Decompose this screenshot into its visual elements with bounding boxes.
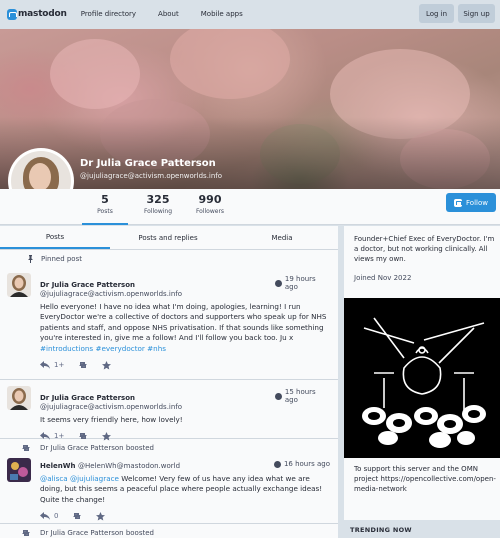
status-actions: 0	[40, 505, 330, 527]
favourite-button[interactable]	[96, 511, 106, 521]
login-button[interactable]: Log in	[419, 4, 454, 23]
status-timestamp[interactable]: 19 hours ago	[285, 275, 330, 291]
status-content: Hello everyone! I have no idea what I'm …	[40, 302, 330, 355]
pinned-label: Pinned post	[41, 254, 82, 263]
mastodon-logo[interactable]: mastodon	[7, 8, 67, 20]
joined-date: Joined Nov 2022	[354, 274, 412, 282]
mention-link[interactable]: @alisca	[40, 474, 68, 483]
tab-media[interactable]: Media	[226, 226, 338, 249]
star-icon	[102, 360, 112, 369]
globe-icon	[275, 279, 282, 287]
status-item[interactable]: Dr Julia Grace Patterson @jujuliagrace@a…	[0, 380, 338, 440]
status-timestamp[interactable]: 15 hours ago	[285, 388, 330, 404]
star-icon	[96, 511, 106, 520]
globe-icon	[275, 392, 282, 400]
stat-following[interactable]: 325 Following	[134, 193, 182, 215]
boost-button[interactable]	[78, 432, 88, 440]
stat-posts-value: 5	[101, 193, 109, 206]
server-support-text: To support this server and the OMN proje…	[354, 465, 496, 493]
stat-posts-label: Posts	[97, 208, 113, 215]
avatar[interactable]	[7, 273, 31, 297]
reply-icon	[40, 512, 50, 520]
status-author-acct[interactable]: @HelenWh@mastodon.world	[78, 462, 180, 470]
reply-icon	[40, 432, 50, 440]
hashtag-links[interactable]: #introductions #everydoctor #nhs	[40, 344, 166, 353]
stat-followers-label: Followers	[195, 208, 225, 215]
stat-following-label: Following	[143, 208, 173, 215]
trending-header: TRENDING NOW	[344, 520, 500, 538]
pin-icon	[28, 254, 33, 263]
follow-label: Follow	[466, 198, 488, 207]
nav-link-about[interactable]: About	[158, 10, 179, 18]
boost-icon	[73, 513, 82, 519]
status-content: @alisca @jujuliagrace Welcome! Very few …	[40, 474, 330, 506]
tab-posts-and-replies[interactable]: Posts and replies	[110, 226, 226, 249]
boost-icon	[79, 362, 88, 368]
status-author-name[interactable]: HelenWh	[40, 462, 75, 470]
tab-posts[interactable]: Posts	[0, 226, 110, 249]
profile-account: @jujuliagrace@activism.openworlds.info	[80, 172, 223, 180]
stat-followers-value: 990	[198, 193, 222, 206]
status-content: It seems very friendly here, how lovely!	[40, 414, 183, 424]
reply-icon	[40, 361, 50, 369]
reply-count: 1+	[54, 361, 65, 369]
status-text: Hello everyone! I have no idea what I'm …	[40, 301, 327, 343]
profile-display-name: Dr Julia Grace Patterson	[80, 158, 216, 169]
profile-stats-bar: 5 Posts 325 Following 990 Followers	[0, 189, 500, 225]
boost-icon	[22, 445, 30, 451]
trending-label: TRENDING NOW	[350, 526, 412, 534]
avatar[interactable]	[7, 458, 31, 482]
status-author-name[interactable]: Dr Julia Grace Patterson	[40, 281, 135, 289]
stat-followers[interactable]: 990 Followers	[186, 193, 234, 215]
nav-link-profile-directory[interactable]: Profile directory	[81, 10, 136, 18]
follow-button[interactable]: Follow	[446, 193, 496, 212]
favourite-button[interactable]	[102, 360, 112, 370]
server-hero-image	[344, 298, 500, 458]
nav-link-mobile-apps[interactable]: Mobile apps	[201, 10, 243, 18]
logo-text: mastodon	[18, 9, 67, 19]
mention-link[interactable]: @jujuliagrace	[70, 474, 119, 483]
status-author-name[interactable]: Dr Julia Grace Patterson	[40, 394, 135, 402]
globe-icon	[273, 460, 281, 468]
mastodon-icon	[7, 8, 17, 20]
timeline: Posts Posts and replies Media Pinned pos…	[0, 226, 338, 538]
status-item[interactable]: HelenWh @HelenWh@mastodon.world 16 hours…	[0, 452, 338, 524]
status-actions: 1+	[40, 425, 330, 447]
avatar[interactable]	[7, 386, 31, 410]
boost-icon	[22, 530, 30, 536]
reply-count: 0	[54, 512, 59, 520]
profile-sidebar: Founder+Chief Exec of EveryDoctor. I'm a…	[344, 226, 500, 538]
reply-button[interactable]: 1+	[40, 361, 64, 369]
pinned-indicator: Pinned post	[0, 250, 338, 267]
header-shade	[0, 29, 500, 189]
stat-posts[interactable]: 5 Posts	[82, 193, 128, 225]
status-item[interactable]: Dr Julia Grace Patterson @jujuliagrace@a…	[0, 267, 338, 380]
stat-following-value: 325	[146, 193, 170, 206]
status-timestamp[interactable]: 16 hours ago	[284, 460, 330, 468]
reply-count: 1+	[54, 432, 65, 440]
profile-tabs: Posts Posts and replies Media	[0, 226, 338, 250]
boost-button[interactable]	[72, 512, 82, 520]
mastodon-follow-icon	[454, 198, 463, 207]
boost-icon	[79, 433, 88, 439]
boosted-by-label[interactable]: Dr Julia Grace Patterson boosted	[40, 529, 154, 537]
profile-bio: Founder+Chief Exec of EveryDoctor. I'm a…	[354, 235, 495, 263]
status-author-acct[interactable]: @jujuliagrace@activism.openworlds.info	[40, 290, 182, 298]
favourite-button[interactable]	[102, 431, 112, 441]
reply-button[interactable]: 1+	[40, 432, 64, 440]
status-actions: 1+	[40, 354, 330, 376]
boost-button[interactable]	[78, 361, 88, 369]
signup-button[interactable]: Sign up	[458, 4, 495, 23]
status-author-acct[interactable]: @jujuliagrace@activism.openworlds.info	[40, 403, 182, 411]
star-icon	[102, 431, 112, 440]
reply-button[interactable]: 0	[40, 512, 58, 520]
